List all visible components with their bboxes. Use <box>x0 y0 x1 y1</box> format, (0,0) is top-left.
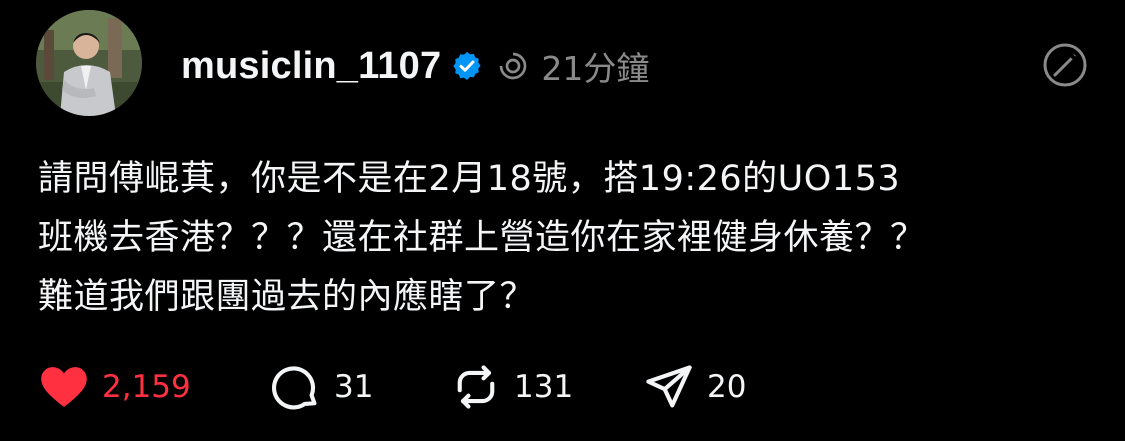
post-header: musiclin_1107 21分鐘 <box>181 38 649 94</box>
send-icon <box>646 365 692 408</box>
share-count: 20 <box>707 369 747 405</box>
avatar-photo <box>36 10 142 116</box>
like-button[interactable]: 2,159 <box>38 360 270 414</box>
username[interactable]: musiclin_1107 <box>181 45 441 88</box>
edit-circle-icon <box>1043 43 1087 87</box>
heart-icon <box>41 367 87 407</box>
verified-badge-icon <box>453 52 481 80</box>
avatar[interactable] <box>36 10 142 116</box>
post-time: 21分鐘 <box>541 49 650 88</box>
action-bar: 2,159 31 131 20 <box>38 360 746 414</box>
post-text: 請問傅崐萁，你是不是在2月18號，搭19:26的UO153 班機去香港？？？還在… <box>38 159 926 317</box>
like-count: 2,159 <box>102 369 191 405</box>
more-button[interactable] <box>1041 41 1089 89</box>
threads-ring-icon <box>499 52 527 80</box>
reply-count: 31 <box>334 369 374 405</box>
repost-icon <box>457 365 495 409</box>
repost-button[interactable]: 131 <box>450 360 643 414</box>
share-button[interactable]: 20 <box>643 360 746 414</box>
repost-count: 131 <box>514 369 574 405</box>
reply-button[interactable]: 31 <box>270 360 450 414</box>
comment-bubble-icon <box>271 366 317 410</box>
